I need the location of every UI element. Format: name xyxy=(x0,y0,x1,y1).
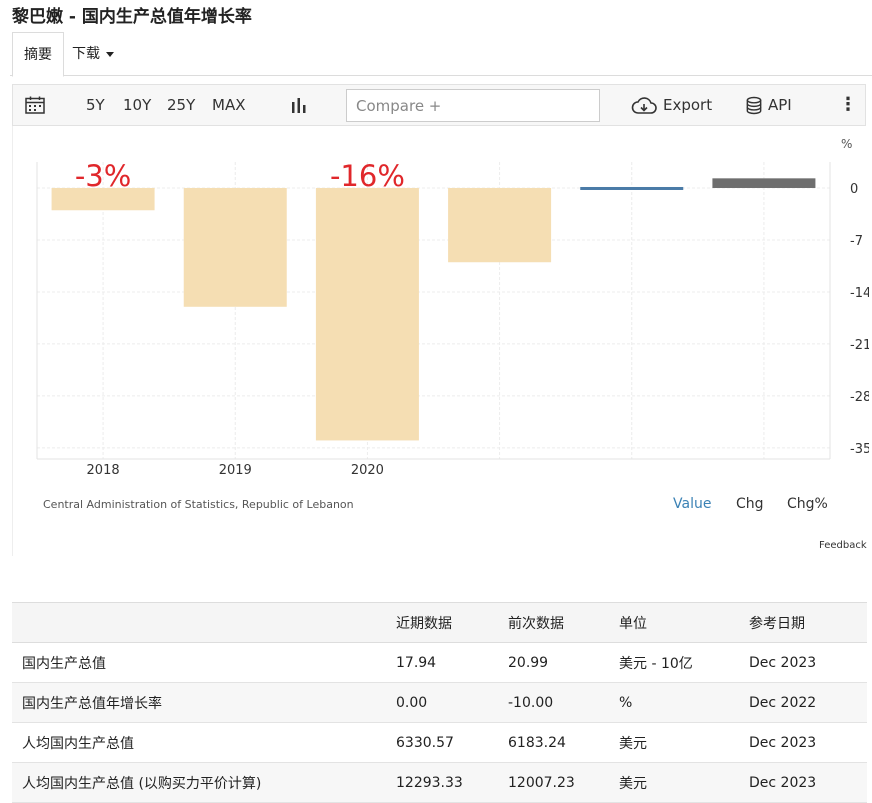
range-5y-button[interactable]: 5Y xyxy=(86,85,105,125)
table-header: 单位 xyxy=(619,602,749,643)
bar-2020 xyxy=(315,187,419,441)
table-row[interactable]: 人均国内生产总值 (以购买力平价计算) 12293.33 12007.23 美元… xyxy=(12,762,867,803)
unit: % xyxy=(619,682,749,723)
tab-download[interactable]: 下载 xyxy=(72,32,114,76)
latest-value: 17.94 xyxy=(396,642,508,683)
bar-chart-icon[interactable] xyxy=(291,97,307,113)
y-tick-label: -21 xyxy=(850,338,869,353)
more-options-icon[interactable]: ⋮ xyxy=(839,85,857,125)
table-header: 近期数据 xyxy=(396,602,508,643)
previous-value: 20.99 xyxy=(508,642,619,683)
export-button[interactable]: Export xyxy=(631,85,712,125)
indicator-name[interactable]: 人均国内生产总值 xyxy=(12,722,396,763)
export-label: Export xyxy=(663,96,713,114)
indicator-name[interactable]: 国内生产总值年增长率 xyxy=(12,682,396,723)
chart-source: Central Administration of Statistics, Re… xyxy=(43,498,354,511)
view-chg-pct-button[interactable]: Chg% xyxy=(787,496,828,512)
tab-bar: 摘要 下载 xyxy=(10,32,872,77)
view-value-button[interactable]: Value xyxy=(673,496,711,512)
range-10y-button[interactable]: 10Y xyxy=(123,85,151,125)
caret-down-icon xyxy=(106,51,114,57)
y-tick-label: -14 xyxy=(850,286,869,301)
table-header: 前次数据 xyxy=(508,602,619,643)
calendar-icon[interactable] xyxy=(25,96,45,114)
cloud-download-icon xyxy=(631,96,657,114)
page-title: 黎巴嫩 - 国内生产总值年增长率 xyxy=(12,7,252,27)
table-header xyxy=(12,602,396,643)
reference-date: Dec 2023 xyxy=(749,642,867,683)
bar-2021 xyxy=(448,187,552,263)
grid-lines xyxy=(37,162,830,459)
y-tick-label: 0 xyxy=(850,182,858,197)
latest-value: 0.00 xyxy=(396,682,508,723)
api-label: API xyxy=(768,96,792,114)
chart-panel: 0 -7 -14 -21 -28 -35% 2018 2019 2020 -3% -16% Cen… xyxy=(12,126,869,556)
indicator-name[interactable]: 国内生产总值 xyxy=(12,642,396,683)
range-max-button[interactable]: MAX xyxy=(212,85,245,125)
view-chg-button[interactable]: Chg xyxy=(736,496,764,512)
reference-date: Dec 2023 xyxy=(749,722,867,763)
reference-date: Dec 2023 xyxy=(749,762,867,803)
api-button[interactable]: API xyxy=(746,85,792,125)
y-tick-label: -28 xyxy=(850,390,869,405)
tab-summary[interactable]: 摘要 xyxy=(12,32,64,77)
compare-input[interactable] xyxy=(346,89,600,122)
x-tick-label: 2020 xyxy=(351,463,384,476)
x-tick-label: 2018 xyxy=(87,463,120,476)
x-tick-label: 2019 xyxy=(219,463,252,476)
previous-value: 12007.23 xyxy=(508,762,619,803)
feedback-link[interactable]: Feedback xyxy=(819,540,867,551)
latest-value: 6330.57 xyxy=(396,722,508,763)
y-unit-label: % xyxy=(841,137,852,151)
table-row[interactable]: 人均国内生产总值 6330.57 6183.24 美元 Dec 2023 xyxy=(12,722,867,763)
chart-toolbar: 5Y 10Y 25Y MAX Export API ⋮ xyxy=(12,84,866,126)
bar-2019 xyxy=(183,187,287,307)
reference-date: Dec 2022 xyxy=(749,682,867,723)
tab-download-label: 下载 xyxy=(72,46,100,62)
annotation-2020: -16% xyxy=(330,159,405,193)
bar-2022 xyxy=(580,186,684,190)
indicator-name[interactable]: 人均国内生产总值 (以购买力平价计算) xyxy=(12,762,396,803)
y-tick-label: -35 xyxy=(850,442,869,457)
latest-value: 12293.33 xyxy=(396,762,508,803)
indicator-table: 近期数据 前次数据 单位 参考日期 国内生产总值 17.94 20.99 美元 … xyxy=(12,602,867,803)
unit: 美元 xyxy=(619,722,749,763)
table-row[interactable]: 国内生产总值年增长率 0.00 -10.00 % Dec 2022 xyxy=(12,682,867,723)
y-tick-label: -7 xyxy=(850,234,863,249)
range-25y-button[interactable]: 25Y xyxy=(167,85,195,125)
unit: 美元 xyxy=(619,762,749,803)
table-row[interactable]: 国内生产总值 17.94 20.99 美元 - 10亿 Dec 2023 xyxy=(12,642,867,683)
previous-value: -10.00 xyxy=(508,682,619,723)
database-icon xyxy=(746,96,762,115)
bar-chart: 0 -7 -14 -21 -28 -35% 2018 2019 2020 -3% -16% xyxy=(36,137,869,476)
table-header-row: 近期数据 前次数据 单位 参考日期 xyxy=(12,602,867,643)
unit: 美元 - 10亿 xyxy=(619,642,749,683)
bar-2023 xyxy=(712,178,816,188)
bars xyxy=(51,178,816,441)
annotation-2018: -3% xyxy=(75,159,131,193)
table-header: 参考日期 xyxy=(749,602,867,643)
previous-value: 6183.24 xyxy=(508,722,619,763)
